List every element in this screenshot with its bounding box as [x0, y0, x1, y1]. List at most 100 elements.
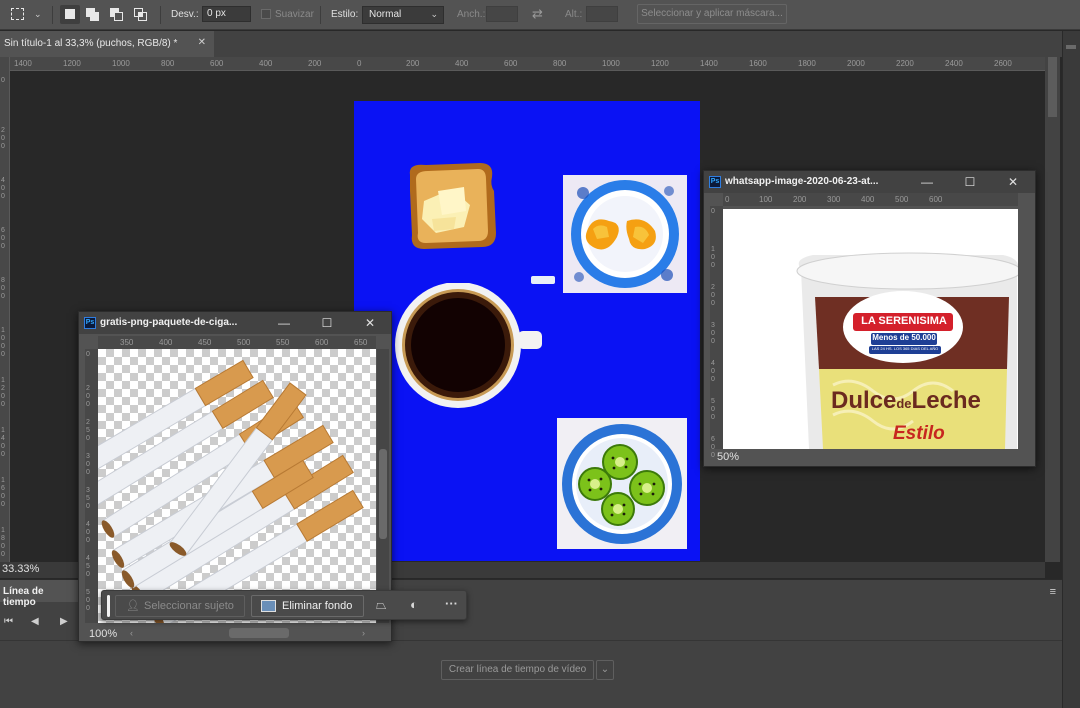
brand-label: LA SERENISIMA [861, 315, 947, 327]
horizontal-ruler: 0 100 200 300 400 500 600 [723, 193, 1018, 206]
window-title: gratis-png-paquete-de-ciga... [100, 317, 238, 328]
document-tab[interactable]: Sin título-1 al 33,3% (puchos, RGB/8) * … [0, 31, 214, 57]
divider [320, 6, 321, 24]
chevron-down-icon[interactable]: ⌄ [596, 660, 614, 680]
ruler-tick-label: 800 [1, 277, 5, 300]
scroll-thumb[interactable] [379, 449, 387, 539]
divider [52, 6, 53, 24]
horizontal-scroll-thumb[interactable] [229, 628, 289, 638]
ruler-tick-label: 400 [861, 195, 875, 204]
ruler-tick-label: 1200 [651, 59, 669, 68]
image-window-dulce-de-leche[interactable]: Ps whatsapp-image-2020-06-23-at... — ☐ ✕… [703, 170, 1036, 467]
scroll-right-icon[interactable]: › [362, 628, 365, 638]
artboard[interactable] [354, 101, 700, 561]
ruler-tick-label: 500 [895, 195, 909, 204]
antialias-label: Suavizar [275, 9, 314, 20]
ruler-tick-label: 1800 [798, 59, 816, 68]
minimize-icon[interactable]: — [918, 174, 936, 190]
window-titlebar[interactable]: Ps whatsapp-image-2020-06-23-at... — ☐ ✕ [704, 171, 1035, 193]
style-select[interactable]: Normal ⌄ [362, 6, 444, 24]
maximize-icon[interactable]: ☐ [318, 315, 336, 331]
horizontal-ruler: 1400 1200 1000 800 600 400 200 0 200 400 600 800 100… [10, 57, 1045, 71]
new-selection-icon[interactable] [60, 5, 80, 24]
window-zoom[interactable]: 100% [89, 628, 117, 640]
ruler-tick-label: 450 [198, 338, 212, 347]
ruler-tick-label: 2600 [994, 59, 1012, 68]
close-icon[interactable]: ✕ [1004, 174, 1022, 190]
vertical-ruler: 0 100 200 300 400 500 600 [710, 206, 723, 459]
ruler-tick-label: 2000 [847, 59, 865, 68]
ruler-tick-label: 1400 [1, 427, 5, 458]
ruler-tick-label: 200 [793, 195, 807, 204]
ruler-tick-label: 400 [711, 360, 715, 383]
antialias-checkbox[interactable] [261, 9, 271, 19]
coffee-cup-image[interactable] [394, 283, 544, 413]
document-tab-bar: Sin título-1 al 33,3% (puchos, RGB/8) * … [0, 31, 1062, 57]
height-label: Alt.: [565, 9, 583, 20]
panel-menu-icon[interactable]: ≡ [1050, 586, 1056, 598]
intersect-selection-icon[interactable] [131, 5, 151, 24]
ruler-tick-label: 500 [86, 589, 90, 612]
kiwi-plate-tile[interactable] [557, 418, 687, 549]
tool-preset-chevron-icon[interactable]: ⌄ [34, 9, 42, 20]
timeline-tab[interactable]: Línea de tiempo [0, 580, 78, 608]
toast-image[interactable] [404, 161, 498, 253]
person-icon: 👤︎ [126, 600, 140, 612]
ruler-tick-label: 500 [237, 338, 251, 347]
cigarettes-image[interactable] [98, 349, 376, 623]
ruler-tick-label: 1800 [1, 527, 5, 558]
vertical-scrollbar[interactable] [1045, 57, 1060, 562]
ruler-tick-label: 350 [86, 487, 90, 510]
product-title-dulce: Dulce [831, 387, 897, 414]
window-titlebar[interactable]: Ps gratis-png-paquete-de-ciga... — ☐ ✕ [79, 312, 391, 334]
ruler-tick-label: 550 [276, 338, 290, 347]
first-frame-icon[interactable]: ⏮ [4, 616, 13, 627]
style-label: Estilo: [331, 9, 359, 20]
select-subject-button[interactable]: 👤︎ Seleccionar sujeto [115, 595, 245, 617]
ruler-tick-label: 200 [1, 127, 5, 150]
create-video-timeline-button[interactable]: Crear línea de tiempo de vídeo [441, 660, 594, 680]
ruler-tick-label: 0 [1, 77, 5, 84]
select-and-mask-button[interactable]: Seleccionar y aplicar máscara... [637, 4, 787, 24]
lasso-icon[interactable]: ⏢ [376, 597, 386, 613]
dulce-de-leche-image[interactable]: LA SERENISIMA Menos de 50.000 LAS 24 HS.… [723, 209, 1018, 449]
horizontal-ruler: 350 400 450 500 550 600 650 [98, 336, 376, 349]
ruler-tick-label: 800 [161, 59, 175, 68]
scroll-left-icon[interactable]: ‹ [130, 628, 133, 638]
panel-collapse-icon[interactable] [1066, 45, 1076, 49]
ruler-tick-label: 600 [315, 338, 329, 347]
ruler-tick-label: 0 [357, 59, 362, 68]
window-zoom[interactable]: 50% [717, 451, 739, 463]
product-title: DulcedeLeche [831, 387, 981, 415]
ruler-tick-label: 200 [406, 59, 420, 68]
ruler-tick-label: 600 [504, 59, 518, 68]
vertical-scrollbar[interactable] [377, 349, 389, 623]
ruler-tick-label: 100 [711, 246, 715, 269]
ruler-tick-label: 650 [354, 338, 368, 347]
width-input[interactable] [486, 6, 518, 22]
remove-background-label: Eliminar fondo [282, 600, 353, 612]
egg-plate-tile[interactable] [563, 175, 687, 293]
marquee-tool-icon[interactable] [8, 5, 28, 24]
swap-dimensions-icon[interactable]: ⇄ [532, 6, 543, 22]
play-icon[interactable]: ▶ [60, 616, 68, 627]
vertical-ruler: 0 200 400 600 800 1000 1200 1400 1600 1800 [0, 57, 10, 562]
remove-background-button[interactable]: Eliminar fondo [251, 595, 364, 617]
maximize-icon[interactable]: ☐ [961, 174, 979, 190]
close-icon[interactable]: ✕ [198, 37, 206, 48]
height-input[interactable] [586, 6, 618, 22]
minimize-icon[interactable]: — [275, 315, 293, 331]
add-to-selection-icon[interactable] [83, 5, 103, 24]
ruler-tick-label: 200 [86, 385, 90, 408]
more-options-icon[interactable]: ··· [445, 596, 458, 611]
scroll-thumb[interactable] [1048, 57, 1057, 117]
feather-input[interactable]: 0 px [202, 6, 251, 22]
window-title: whatsapp-image-2020-06-23-at... [725, 176, 879, 187]
adjustment-icon[interactable]: ◐ [410, 597, 418, 612]
previous-frame-icon[interactable]: ◀ [31, 616, 39, 627]
drag-handle[interactable] [107, 595, 110, 617]
subtract-from-selection-icon[interactable] [107, 5, 127, 24]
close-icon[interactable]: ✕ [361, 315, 379, 331]
ruler-tick-label: 600 [711, 436, 715, 459]
product-title-leche: Leche [911, 387, 981, 414]
